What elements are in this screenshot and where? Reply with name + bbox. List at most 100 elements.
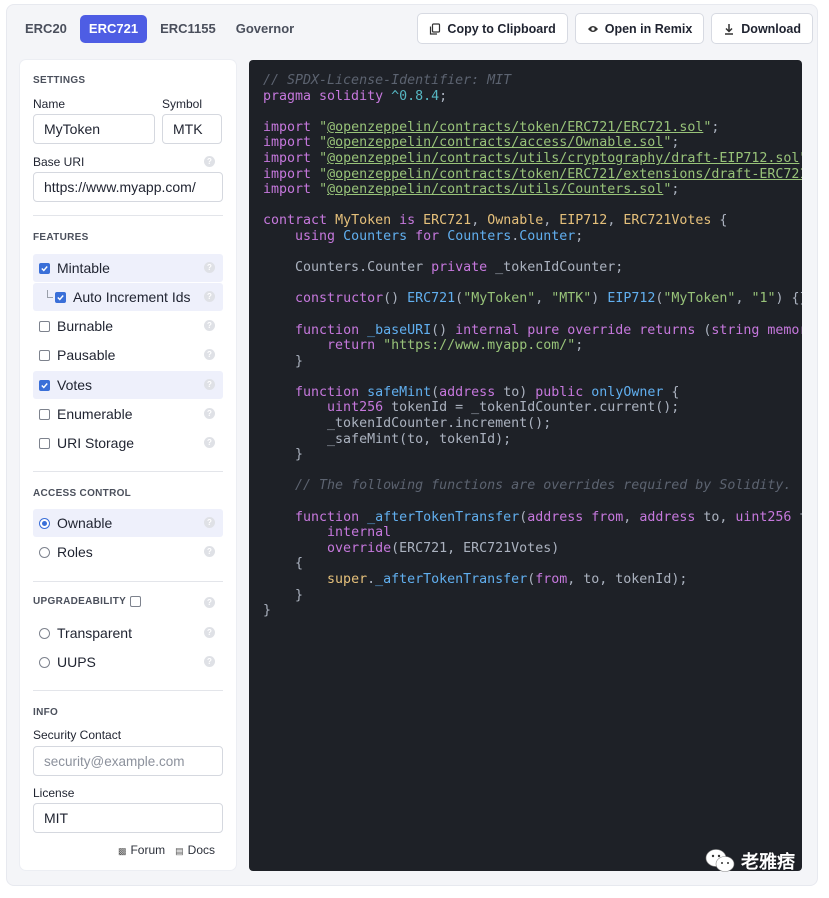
section-divider — [33, 215, 223, 216]
license-input[interactable]: MIT — [33, 803, 223, 833]
settings-section-title: SETTINGS — [33, 75, 86, 86]
upgradeability-checkbox[interactable] — [130, 596, 142, 607]
roles-radio[interactable] — [39, 546, 50, 558]
copy-to-clipboard-button[interactable]: Copy to Clipboard — [417, 13, 568, 44]
watermark-text: 老雅痞 — [741, 852, 795, 873]
token-symbol-literal: "MTK" — [551, 291, 592, 307]
base-uri-input[interactable]: https://www.myapp.com/ — [33, 172, 223, 202]
uups-help-icon[interactable]: ? — [204, 656, 215, 667]
docs-label: Docs — [187, 843, 215, 857]
wechat-icon — [705, 849, 735, 872]
import-path[interactable]: @openzeppelin/contracts/token/ERC721/ERC… — [327, 120, 703, 135]
settings-sidebar: SETTINGS Name Symbol MyToken MTK Base UR… — [20, 60, 236, 870]
tab-erc721[interactable]: ERC721 — [79, 15, 148, 43]
upgrade-uups[interactable]: UUPS ? — [33, 648, 223, 676]
watermark: 老雅痞 — [705, 848, 795, 874]
download-button[interactable]: Download — [711, 13, 813, 44]
upgradeability-header: UPGRADEABILITY — [33, 596, 142, 607]
tab-erc1155[interactable]: ERC1155 — [153, 15, 223, 43]
name-label: Name — [33, 97, 66, 111]
feature-uri-storage[interactable]: URI Storage ? — [33, 429, 223, 457]
votes-help-icon[interactable]: ? — [204, 379, 215, 390]
base-uri-label: Base URI — [33, 155, 85, 169]
burnable-checkbox[interactable] — [39, 320, 50, 332]
pausable-checkbox[interactable] — [39, 349, 50, 361]
auto-increment-help-icon[interactable]: ? — [204, 291, 215, 302]
name-input[interactable]: MyToken — [33, 114, 155, 144]
open-in-remix-button[interactable]: Open in Remix — [574, 13, 705, 44]
enumerable-help-icon[interactable]: ? — [204, 408, 215, 419]
feature-mintable[interactable]: Mintable ? — [33, 254, 223, 282]
import-path[interactable]: @openzeppelin/contracts/utils/cryptograp… — [327, 151, 799, 166]
upgradeability-section-title: UPGRADEABILITY — [33, 596, 127, 607]
votes-checkbox[interactable] — [39, 379, 50, 391]
overrides-comment: // The following functions are overrides… — [295, 478, 792, 494]
ownable-help-icon[interactable]: ? — [204, 517, 215, 528]
burnable-label: Burnable — [57, 318, 114, 334]
contract-name: MyToken — [335, 213, 392, 229]
tab-erc20[interactable]: ERC20 — [18, 15, 74, 43]
section-divider — [33, 471, 223, 472]
mintable-help-icon[interactable]: ? — [204, 262, 215, 273]
enumerable-checkbox[interactable] — [39, 408, 50, 420]
pausable-label: Pausable — [57, 347, 116, 363]
contract-type-tabs: ERC20 ERC721 ERC1155 Governor — [18, 14, 301, 44]
docs-link[interactable]: ▤ Docs — [175, 843, 215, 857]
copy-label: Copy to Clipboard — [447, 21, 556, 36]
forum-link[interactable]: ▩ Forum — [118, 843, 165, 857]
uri-storage-help-icon[interactable]: ? — [204, 437, 215, 448]
feature-burnable[interactable]: Burnable ? — [33, 312, 223, 340]
pausable-help-icon[interactable]: ? — [204, 349, 215, 360]
security-contact-input[interactable]: security@example.com — [33, 746, 223, 776]
footer-links: ▩ Forum ▤ Docs — [118, 843, 215, 857]
base-uri-help-icon[interactable]: ? — [204, 156, 215, 167]
symbol-label: Symbol — [162, 97, 203, 111]
features-section-title: FEATURES — [33, 232, 89, 243]
forum-label: Forum — [130, 843, 166, 857]
transparent-help-icon[interactable]: ? — [204, 627, 215, 638]
feature-pausable[interactable]: Pausable ? — [33, 341, 223, 369]
roles-help-icon[interactable]: ? — [204, 546, 215, 557]
uri-storage-checkbox[interactable] — [39, 437, 50, 449]
info-section-title: INFO — [33, 707, 59, 718]
symbol-input[interactable]: MTK — [162, 114, 222, 144]
security-contact-label: Security Contact — [33, 728, 122, 742]
solidity-source: // SPDX-License-Identifier: MIT pragma s… — [263, 73, 802, 619]
tab-governor[interactable]: Governor — [229, 15, 302, 43]
license-label: License — [33, 786, 75, 800]
nested-branch-icon — [47, 290, 53, 298]
download-icon — [725, 23, 734, 35]
base-uri-literal: "https://www.myapp.com/" — [383, 338, 576, 354]
uups-radio[interactable] — [39, 656, 50, 668]
import-path[interactable]: @openzeppelin/contracts/token/ERC721/ext… — [327, 167, 802, 182]
pragma-version: ^0.8.4 — [391, 88, 440, 104]
feature-auto-increment-ids[interactable]: Auto Increment Ids ? — [33, 283, 223, 311]
uri-storage-label: URI Storage — [57, 435, 135, 451]
access-ownable[interactable]: Ownable ? — [33, 509, 223, 537]
burnable-help-icon[interactable]: ? — [204, 320, 215, 331]
docs-icon: ▤ — [175, 846, 184, 856]
transparent-label: Transparent — [57, 625, 132, 641]
ownable-label: Ownable — [57, 515, 113, 531]
upgrade-transparent[interactable]: Transparent ? — [33, 619, 223, 647]
uups-label: UUPS — [57, 654, 96, 670]
eip712-name-literal: "MyToken" — [663, 291, 736, 307]
mintable-checkbox[interactable] — [39, 262, 50, 274]
ownable-radio[interactable] — [39, 517, 50, 529]
import-path[interactable]: @openzeppelin/contracts/utils/Counters.s… — [327, 182, 663, 197]
download-label: Download — [741, 21, 801, 36]
auto-increment-checkbox[interactable] — [55, 291, 66, 303]
access-roles[interactable]: Roles ? — [33, 538, 223, 566]
section-divider — [33, 581, 223, 582]
feature-enumerable[interactable]: Enumerable ? — [33, 400, 223, 428]
feature-votes[interactable]: Votes ? — [33, 371, 223, 399]
import-path[interactable]: @openzeppelin/contracts/access/Ownable.s… — [327, 135, 663, 150]
transparent-radio[interactable] — [39, 627, 50, 639]
code-editor[interactable]: // SPDX-License-Identifier: MIT pragma s… — [249, 60, 802, 871]
mintable-label: Mintable — [57, 260, 110, 276]
upgradeability-help-icon[interactable]: ? — [204, 597, 215, 608]
copy-icon — [430, 22, 441, 35]
toolbar-actions: Copy to Clipboard Open in Remix Download — [417, 13, 813, 44]
section-divider — [33, 690, 223, 691]
auto-increment-label: Auto Increment Ids — [73, 289, 191, 305]
